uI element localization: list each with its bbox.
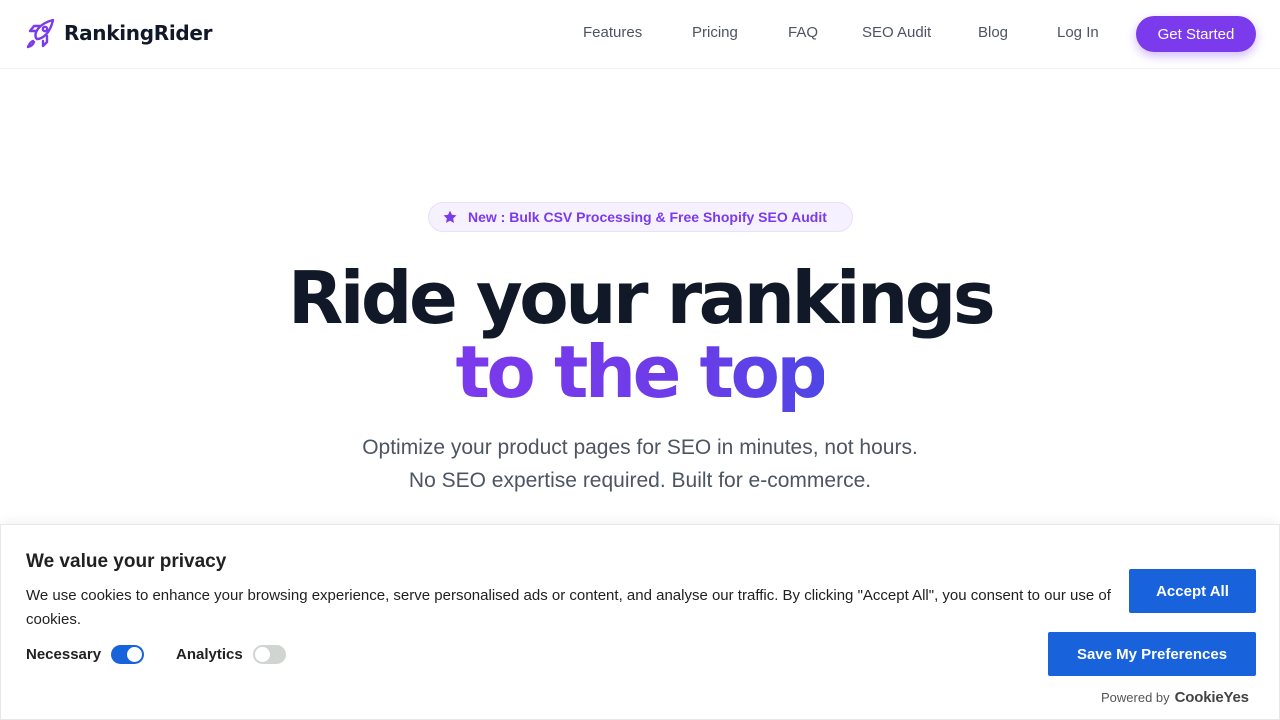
cookie-description: We use cookies to enhance your browsing …: [26, 587, 1111, 628]
nav-pricing[interactable]: Pricing: [692, 24, 738, 41]
get-started-button[interactable]: Get Started: [1136, 16, 1256, 52]
nav-faq[interactable]: FAQ: [788, 24, 818, 41]
toggle-knob: [254, 647, 270, 662]
star-icon: [442, 209, 458, 225]
hero-title-line-1: Ride your rankings: [287, 256, 996, 340]
brand-logo-link[interactable]: RankingRider: [25, 17, 213, 49]
accept-all-button[interactable]: Accept All: [1129, 569, 1256, 613]
badge-text: New : Bulk CSV Processing & Free Shopify…: [468, 209, 827, 225]
nav-login[interactable]: Log In: [1057, 24, 1099, 41]
site-header: RankingRider Features Pricing FAQ SEO Au…: [0, 0, 1280, 69]
necessary-toggle-row: Necessary: [26, 645, 145, 664]
powered-by-text: Powered by: [1101, 690, 1170, 705]
hero-subtitle-line-1: Optimize your product pages for SEO in m…: [362, 436, 918, 459]
nav-features[interactable]: Features: [583, 24, 642, 41]
nav-blog[interactable]: Blog: [978, 24, 1008, 41]
hero-title-line-2: to the top: [0, 332, 1280, 412]
save-preferences-button[interactable]: Save My Preferences: [1048, 632, 1256, 676]
analytics-toggle-row: Analytics: [176, 645, 286, 664]
brand-name: RankingRider: [64, 21, 213, 45]
cookieyes-logo[interactable]: CookieYes: [1175, 689, 1249, 706]
analytics-label: Analytics: [176, 646, 243, 663]
rocket-icon: [25, 17, 56, 49]
analytics-toggle[interactable]: [252, 645, 286, 664]
necessary-toggle[interactable]: [111, 645, 145, 664]
hero-title-highlight: to the top: [455, 330, 828, 414]
nav-seo-audit[interactable]: SEO Audit: [862, 24, 931, 41]
announcement-badge[interactable]: New : Bulk CSV Processing & Free Shopify…: [428, 202, 853, 232]
cookie-title: We value your privacy: [26, 551, 227, 572]
necessary-label: Necessary: [26, 646, 102, 663]
toggle-knob: [127, 647, 143, 662]
hero-subtitle-line-2: No SEO expertise required. Built for e-c…: [408, 469, 872, 492]
cookie-consent-banner: We value your privacy We use cookies to …: [0, 524, 1280, 720]
powered-by: Powered by CookieYes: [1101, 689, 1249, 706]
